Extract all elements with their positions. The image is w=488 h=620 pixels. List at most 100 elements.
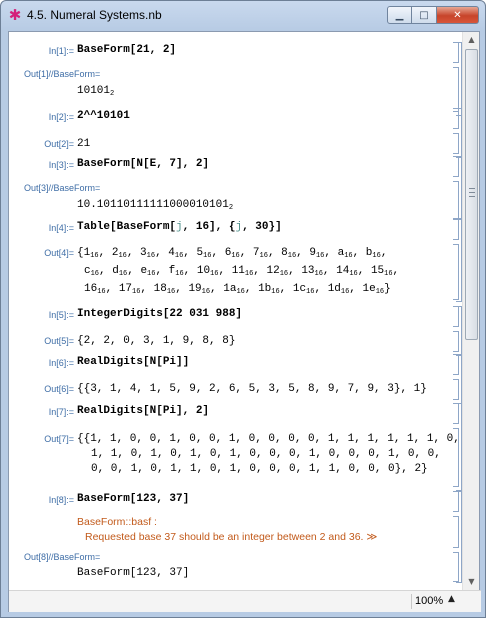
output-line: c16, d16, e16, f16, 1016, 1116, 1216, 13… bbox=[84, 265, 400, 278]
input-code[interactable]: RealDigits[N[Pi], 2] bbox=[77, 405, 209, 417]
output-value: {2, 2, 0, 3, 1, 9, 8, 8} bbox=[77, 335, 236, 347]
output-label: Out[3]//BaseForm= bbox=[24, 183, 101, 193]
output-line: {116, 216, 316, 416, 516, 616, 716, 816,… bbox=[77, 247, 388, 260]
message-text: Requested base 37 should be an integer b… bbox=[85, 531, 378, 543]
cell-bracket[interactable] bbox=[453, 428, 459, 487]
zoom-menu-arrow-icon[interactable]: ▲ bbox=[448, 594, 455, 604]
scroll-up-icon[interactable]: ▲ bbox=[464, 32, 479, 48]
hex-value: 1d16 bbox=[327, 283, 350, 296]
hex-value: 716 bbox=[252, 247, 268, 260]
hex-value: d16 bbox=[112, 265, 128, 278]
output-value: BaseForm[123, 37] bbox=[77, 567, 190, 579]
output-label: Out[7]= bbox=[44, 434, 74, 444]
minimize-button[interactable]: ▁ bbox=[387, 6, 412, 24]
hex-value: 616 bbox=[224, 247, 240, 260]
title-bar[interactable]: ✱ 4.5. Numeral Systems.nb ▁ □ ✕ bbox=[1, 1, 485, 29]
cell-bracket[interactable] bbox=[453, 181, 459, 219]
input-label: In[5]:= bbox=[48, 310, 74, 320]
output-value: 10.101101111110000101012 bbox=[77, 199, 234, 212]
scroll-down-icon[interactable]: ▼ bbox=[464, 574, 479, 590]
hex-value: 1516 bbox=[370, 265, 393, 278]
hex-value: 1116 bbox=[231, 265, 254, 278]
output-line: 0, 0, 1, 0, 1, 1, 0, 1, 0, 0, 0, 1, 1, 0… bbox=[91, 463, 428, 475]
hex-value: 1216 bbox=[266, 265, 289, 278]
hex-value: c16 bbox=[84, 265, 100, 278]
hex-value: 216 bbox=[111, 247, 127, 260]
input-code[interactable]: Table[BaseForm[j, 16], {j, 30}] bbox=[77, 221, 282, 233]
cell-bracket[interactable] bbox=[453, 552, 459, 582]
cell-bracket[interactable] bbox=[453, 244, 459, 300]
hex-value: 1816 bbox=[153, 283, 176, 296]
hex-value: 1916 bbox=[188, 283, 211, 296]
input-code[interactable]: RealDigits[N[Pi]] bbox=[77, 356, 189, 368]
cell-bracket[interactable] bbox=[453, 331, 459, 352]
window-title: 4.5. Numeral Systems.nb bbox=[27, 8, 162, 22]
hex-value: 1716 bbox=[118, 283, 141, 296]
vertical-scrollbar[interactable]: ▲ ▼ bbox=[462, 32, 479, 590]
input-code[interactable]: BaseForm[123, 37] bbox=[77, 493, 189, 505]
grip-icon bbox=[469, 188, 475, 197]
cell-bracket[interactable] bbox=[453, 379, 459, 400]
output-label: Out[4]= bbox=[44, 248, 74, 258]
output-line: 1616, 1716, 1816, 1916, 1a16, 1b16, 1c16… bbox=[84, 283, 391, 296]
hex-value: 1616 bbox=[84, 283, 106, 296]
hex-value: e16 bbox=[140, 265, 156, 278]
minimize-icon: ▁ bbox=[395, 9, 404, 21]
input-label: In[3]:= bbox=[48, 160, 74, 170]
hex-value: 1316 bbox=[301, 265, 323, 278]
hex-value: 916 bbox=[309, 247, 325, 260]
more-info-link[interactable]: ≫ bbox=[366, 531, 377, 543]
input-code[interactable]: BaseForm[N[E, 7], 2] bbox=[77, 158, 209, 170]
hex-value: 1016 bbox=[196, 265, 219, 278]
notebook-window: ✱ 4.5. Numeral Systems.nb ▁ □ ✕ In[1]:= … bbox=[0, 0, 486, 618]
output-label: Out[8]//BaseForm= bbox=[24, 552, 101, 562]
output-label: Out[6]= bbox=[44, 384, 74, 394]
output-value: {116, 216, 316, 416, 516, 616, 716, 816,… bbox=[77, 246, 399, 300]
notebook-client-area: In[1]:= BaseForm[21, 2] Out[1]//BaseForm… bbox=[8, 31, 481, 612]
output-value: {{3, 1, 4, 1, 5, 9, 2, 6, 5, 3, 5, 8, 9,… bbox=[77, 383, 427, 395]
input-label: In[1]:= bbox=[48, 46, 74, 56]
zoom-level[interactable]: 100% bbox=[415, 595, 443, 607]
hex-value: b16 bbox=[365, 247, 381, 260]
hex-value: 416 bbox=[168, 247, 184, 260]
output-value: 21 bbox=[77, 138, 91, 150]
hex-value: 316 bbox=[140, 247, 156, 260]
status-bar: 100% ▲ bbox=[9, 590, 481, 612]
hex-value: 1b16 bbox=[258, 283, 280, 296]
cell-bracket[interactable] bbox=[453, 67, 459, 112]
output-line: 1, 1, 0, 1, 0, 1, 0, 1, 0, 0, 0, 1, 0, 0… bbox=[91, 448, 441, 460]
output-value: 101012 bbox=[77, 85, 115, 98]
maximize-icon: □ bbox=[419, 9, 429, 21]
input-code[interactable]: BaseForm[21, 2] bbox=[77, 44, 176, 56]
hex-value: 1416 bbox=[336, 265, 358, 278]
hex-value: 1c16 bbox=[292, 283, 315, 296]
hex-value: a16 bbox=[337, 247, 353, 260]
input-label: In[8]:= bbox=[48, 495, 74, 505]
hex-value: 1a16 bbox=[223, 283, 245, 296]
hex-value: 116 bbox=[83, 247, 99, 260]
notebook-content[interactable]: In[1]:= BaseForm[21, 2] Out[1]//BaseForm… bbox=[9, 32, 462, 590]
message-tag: BaseForm::basf : bbox=[77, 516, 157, 528]
output-label: Out[1]//BaseForm= bbox=[24, 69, 101, 79]
hex-value: 516 bbox=[196, 247, 212, 260]
input-code[interactable]: IntegerDigits[22 031 988] bbox=[77, 308, 242, 320]
cell-bracket[interactable] bbox=[453, 516, 459, 548]
maximize-button[interactable]: □ bbox=[412, 6, 437, 24]
scrollbar-thumb[interactable] bbox=[465, 49, 478, 340]
close-button[interactable]: ✕ bbox=[437, 6, 479, 24]
status-divider bbox=[411, 594, 412, 609]
close-icon: ✕ bbox=[453, 9, 462, 21]
mathematica-app-icon[interactable]: ✱ bbox=[7, 7, 23, 23]
input-label: In[4]:= bbox=[48, 223, 74, 233]
output-value: {{1, 1, 0, 0, 1, 0, 0, 1, 0, 0, 0, 0, 1,… bbox=[77, 432, 460, 477]
input-code[interactable]: 2^^10101 bbox=[77, 110, 130, 122]
cell-bracket[interactable] bbox=[453, 133, 459, 154]
input-label: In[2]:= bbox=[48, 112, 74, 122]
input-label: In[6]:= bbox=[48, 358, 74, 368]
output-label: Out[5]= bbox=[44, 336, 74, 346]
hex-value: 1e16 bbox=[362, 283, 385, 296]
window-controls: ▁ □ ✕ bbox=[387, 6, 479, 24]
loop-variable: j bbox=[176, 221, 183, 233]
input-label: In[7]:= bbox=[48, 407, 74, 417]
hex-value: f16 bbox=[168, 265, 184, 278]
